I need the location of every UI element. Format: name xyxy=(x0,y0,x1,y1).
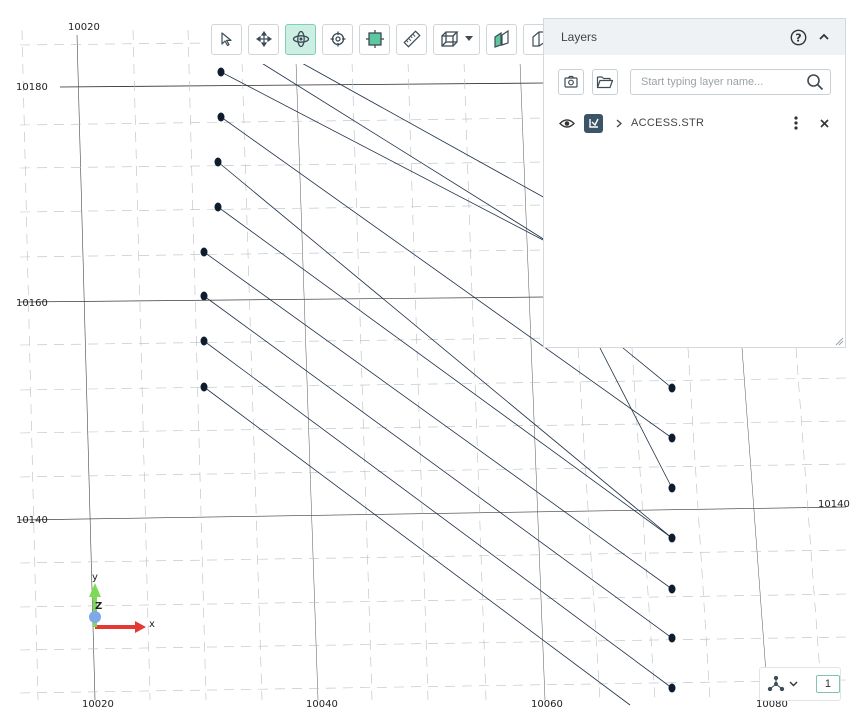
axis-gizmo: x y Z xyxy=(89,572,155,633)
svg-text:?: ? xyxy=(795,31,801,44)
layers-toolbar xyxy=(544,55,845,95)
expand-chevron-right-icon[interactable] xyxy=(613,119,625,128)
string-point[interactable] xyxy=(668,433,676,443)
collapse-chevron-up-icon[interactable] xyxy=(815,28,833,46)
axis-label-y-10140-left: 10140 xyxy=(16,515,48,526)
axis-label-x-10060-bottom: 10060 xyxy=(531,699,563,710)
string-point[interactable] xyxy=(200,336,208,346)
remove-layer-close-icon[interactable] xyxy=(817,118,831,128)
x-axis-arrowhead xyxy=(135,621,146,633)
view-count-box[interactable]: 1 xyxy=(815,675,840,693)
grid-line xyxy=(295,61,319,701)
select-tool-button[interactable] xyxy=(211,23,242,55)
layer-search-input[interactable] xyxy=(641,76,806,88)
layers-panel-header: Layers ? xyxy=(544,19,845,55)
grid-line xyxy=(741,347,769,701)
section-tool-button[interactable] xyxy=(486,23,517,55)
view-cube-dropdown[interactable] xyxy=(433,23,480,55)
axis-label-x-10040-bottom: 10040 xyxy=(306,699,338,710)
string-segment[interactable] xyxy=(299,61,546,199)
axis-label-y-10140-right: 10140 xyxy=(818,499,850,510)
gizmo-y-label: y xyxy=(92,572,98,583)
fit-frame-icon xyxy=(365,30,384,48)
layer-name[interactable]: ACCESS.STR xyxy=(631,117,789,129)
grid-line xyxy=(76,34,96,701)
axis-label-y-10180: 10180 xyxy=(16,82,48,93)
string-point[interactable] xyxy=(668,633,676,643)
help-icon[interactable]: ? xyxy=(789,28,807,46)
view-selection-widget: 1 xyxy=(759,667,841,701)
y-axis-arrowhead xyxy=(89,583,101,597)
string-point[interactable] xyxy=(668,483,676,493)
resize-handle-icon[interactable] xyxy=(834,336,844,346)
orbit-tool-button[interactable] xyxy=(285,23,316,55)
string-point[interactable] xyxy=(217,112,225,122)
string-segment[interactable] xyxy=(599,347,673,489)
z-axis-marker xyxy=(89,611,101,623)
string-point[interactable] xyxy=(217,67,225,77)
clip-tool-button[interactable] xyxy=(523,23,545,55)
string-segment[interactable] xyxy=(203,386,631,706)
string-segment[interactable] xyxy=(259,61,546,241)
scene-nodes-icon[interactable] xyxy=(766,675,785,693)
ruler-icon xyxy=(402,30,421,48)
string-segment[interactable] xyxy=(622,347,673,389)
layer-menu-kebab-icon[interactable] xyxy=(789,116,803,130)
section-planes-icon xyxy=(493,30,509,48)
string-segment[interactable] xyxy=(220,71,546,242)
layers-panel: Layers ? ACCESS.STR xyxy=(543,18,846,348)
fit-view-button[interactable] xyxy=(359,23,390,55)
string-layer-type-icon xyxy=(584,113,603,133)
gizmo-z-label: Z xyxy=(95,601,102,612)
grid-line xyxy=(19,296,546,303)
orbit-icon xyxy=(292,30,309,48)
folder-open-icon xyxy=(596,76,614,89)
pan-tool-button[interactable] xyxy=(248,23,279,55)
cursor-icon xyxy=(220,32,232,47)
screenshot-layer-button[interactable] xyxy=(558,69,584,95)
crosshair-icon xyxy=(330,31,345,47)
cube-icon xyxy=(441,31,459,47)
string-point[interactable] xyxy=(200,291,208,301)
grid-line xyxy=(19,506,847,521)
layers-title: Layers xyxy=(561,30,598,44)
axis-label-x-10020-bottom: 10020 xyxy=(82,699,114,710)
target-tool-button[interactable] xyxy=(322,23,353,55)
string-point[interactable] xyxy=(668,383,676,393)
string-point[interactable] xyxy=(214,202,222,212)
search-icon[interactable] xyxy=(806,73,824,91)
chevron-down-icon[interactable] xyxy=(789,681,798,687)
grid-line xyxy=(519,61,546,701)
caret-down-icon xyxy=(465,36,473,41)
string-segment[interactable] xyxy=(203,340,673,689)
layer-item[interactable]: ACCESS.STR xyxy=(544,111,845,135)
move-arrows-icon xyxy=(255,31,272,47)
axis-label-x-10020-top: 10020 xyxy=(68,22,100,33)
grid-line xyxy=(59,82,546,88)
axis-label-y-10160: 10160 xyxy=(16,298,48,309)
string-point[interactable] xyxy=(200,382,208,392)
string-point[interactable] xyxy=(200,247,208,257)
eye-visibility-icon[interactable] xyxy=(558,116,576,130)
gizmo-x-label: x xyxy=(149,619,155,630)
camera-icon xyxy=(564,75,578,88)
viewer-toolbar xyxy=(203,14,545,64)
measure-tool-button[interactable] xyxy=(396,23,427,55)
string-point[interactable] xyxy=(668,533,676,543)
string-point[interactable] xyxy=(668,584,676,594)
layer-search-field[interactable] xyxy=(630,69,831,95)
string-point[interactable] xyxy=(668,683,676,693)
string-point[interactable] xyxy=(214,157,222,167)
open-layer-button[interactable] xyxy=(592,69,618,95)
